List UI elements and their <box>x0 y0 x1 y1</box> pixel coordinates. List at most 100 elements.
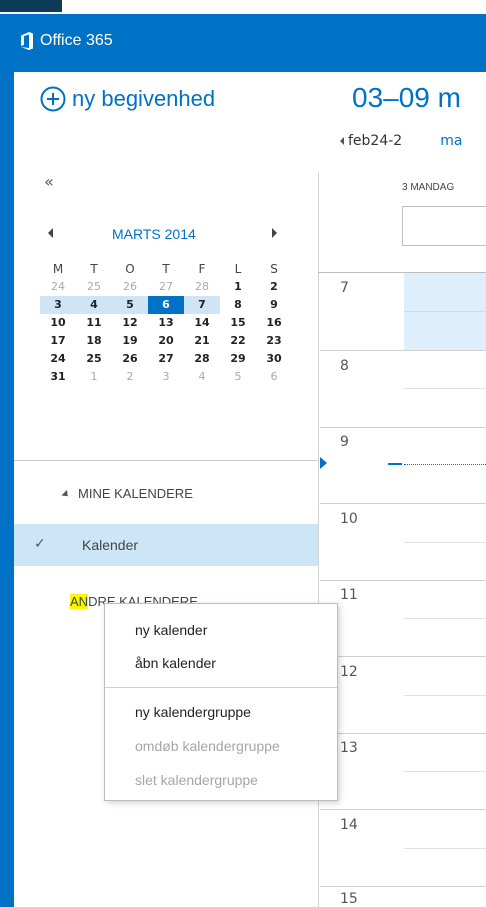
day-cell[interactable]: 1 <box>76 368 112 386</box>
day-cell-today[interactable]: 6 <box>148 296 184 314</box>
day-cell[interactable]: 10 <box>40 314 76 332</box>
day-cell[interactable]: 5 <box>220 368 256 386</box>
hour-line <box>320 580 486 581</box>
week-row: 24 25 26 27 28 1 2 <box>40 278 292 296</box>
calendar-item-kalender[interactable]: ✓ Kalender <box>14 524 318 566</box>
hour-line <box>320 809 486 810</box>
my-calendars-heading[interactable]: MINE KALENDERE <box>61 486 193 501</box>
mini-calendar-header: MARTS 2014 <box>40 222 290 252</box>
mini-calendar-month[interactable]: MARTS 2014 <box>112 226 196 242</box>
day-cell[interactable]: 26 <box>112 350 148 368</box>
expand-caret-icon <box>61 489 71 500</box>
half-hour-line <box>404 695 486 696</box>
weekday-label: L <box>234 262 242 276</box>
day-cell[interactable]: 26 <box>112 278 148 296</box>
weekday-label: M <box>52 262 64 276</box>
hour-label: 13 <box>340 740 358 756</box>
half-hour-line <box>404 618 486 619</box>
previous-month-icon[interactable] <box>48 228 53 238</box>
day-cell[interactable]: 20 <box>148 332 184 350</box>
hour-label: 11 <box>340 587 358 603</box>
previous-week-icon[interactable] <box>340 137 344 145</box>
next-month-icon[interactable] <box>272 228 277 238</box>
day-cell[interactable]: 25 <box>76 278 112 296</box>
current-time-line <box>388 463 402 465</box>
window-top-dark <box>0 0 62 12</box>
menu-item-open-calendar[interactable]: åbn kalender <box>135 655 216 671</box>
day-cell[interactable]: 31 <box>40 368 76 386</box>
day-cell[interactable]: 11 <box>76 314 112 332</box>
day-cell[interactable]: 14 <box>184 314 220 332</box>
day-cell[interactable]: 30 <box>256 350 292 368</box>
new-event-button[interactable]: ny begivenhed <box>40 86 215 112</box>
previous-week-link[interactable]: feb24-2 <box>348 133 402 149</box>
app-title[interactable]: Office 365 <box>40 32 113 50</box>
collapse-panel-button[interactable]: « <box>44 172 54 191</box>
day-cell[interactable]: 18 <box>76 332 112 350</box>
week-row: 31 1 2 3 4 5 6 <box>40 368 292 386</box>
week-row-selected: 3 4 5 6 7 8 9 <box>40 296 292 314</box>
day-cell[interactable]: 23 <box>256 332 292 350</box>
day-cell[interactable]: 22 <box>220 332 256 350</box>
day-cell[interactable]: 17 <box>40 332 76 350</box>
half-hour-line <box>404 771 486 772</box>
day-cell[interactable]: 15 <box>220 314 256 332</box>
day-cell[interactable]: 27 <box>148 350 184 368</box>
day-cell[interactable]: 4 <box>76 296 112 314</box>
highlighted-text: AN <box>70 594 89 609</box>
menu-item-new-calendar[interactable]: ny kalender <box>135 622 207 638</box>
day-cell[interactable]: 2 <box>112 368 148 386</box>
day-cell[interactable]: 6 <box>256 368 292 386</box>
weekday-label: S <box>270 262 278 276</box>
hour-line <box>320 656 486 657</box>
day-cell[interactable]: 27 <box>148 278 184 296</box>
hour-label: 14 <box>340 817 358 833</box>
left-accent-bar <box>0 14 14 907</box>
week-row: 17 18 19 20 21 22 23 <box>40 332 292 350</box>
window-top-strip <box>0 0 486 14</box>
half-hour-line <box>404 848 486 849</box>
day-column-header[interactable]: 3 MANDAG <box>402 182 454 193</box>
hour-label: 12 <box>340 664 358 680</box>
half-hour-line <box>404 542 486 543</box>
office-logo-icon[interactable] <box>20 31 34 51</box>
day-cell[interactable]: 21 <box>184 332 220 350</box>
weekday-label: T <box>162 262 170 276</box>
day-cell[interactable]: 3 <box>148 368 184 386</box>
day-cell[interactable]: 24 <box>40 278 76 296</box>
menu-item-new-calendar-group[interactable]: ny kalendergruppe <box>135 704 251 720</box>
day-cell[interactable]: 29 <box>220 350 256 368</box>
day-cell[interactable]: 2 <box>256 278 292 296</box>
day-cell[interactable]: 8 <box>220 296 256 314</box>
hour-label: 15 <box>340 891 358 907</box>
menu-item-rename-calendar-group: omdøb kalendergruppe <box>135 738 280 754</box>
day-cell[interactable]: 28 <box>184 350 220 368</box>
day-cell[interactable]: 9 <box>256 296 292 314</box>
day-cell[interactable]: 7 <box>184 296 220 314</box>
hour-label: 7 <box>340 280 349 296</box>
next-week-link[interactable]: ma <box>440 133 462 149</box>
day-cell[interactable]: 28 <box>184 278 220 296</box>
week-row: 24 25 26 27 28 29 30 <box>40 350 292 368</box>
day-cell[interactable]: 1 <box>220 278 256 296</box>
day-cell[interactable]: 16 <box>256 314 292 332</box>
weekday-label: T <box>90 262 98 276</box>
calendar-item-label: Kalender <box>82 537 139 553</box>
day-cell[interactable]: 3 <box>40 296 76 314</box>
day-cell[interactable]: 13 <box>148 314 184 332</box>
day-cell[interactable]: 4 <box>184 368 220 386</box>
sidebar-divider <box>14 460 318 461</box>
day-cell[interactable]: 25 <box>76 350 112 368</box>
day-cell[interactable]: 19 <box>112 332 148 350</box>
hour-label: 9 <box>340 434 349 450</box>
plus-circle-icon <box>40 86 66 112</box>
mini-calendar-grid: M T O T F L S 24 25 26 27 28 1 2 3 4 5 6… <box>40 260 292 386</box>
day-cell[interactable]: 24 <box>40 350 76 368</box>
hour-line <box>320 733 486 734</box>
all-day-slot[interactable] <box>402 206 486 246</box>
day-cell[interactable]: 12 <box>112 314 148 332</box>
hour-label: 8 <box>340 358 349 374</box>
hour-line <box>320 427 486 428</box>
my-calendars-label: MINE KALENDERE <box>78 486 193 501</box>
day-cell[interactable]: 5 <box>112 296 148 314</box>
